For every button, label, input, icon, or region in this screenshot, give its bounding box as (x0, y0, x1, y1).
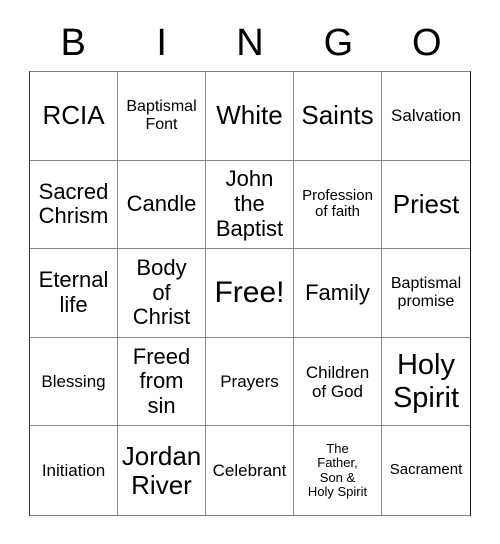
bingo-cell-label: Baptismal promise (390, 275, 462, 310)
bingo-cell[interactable]: Holy Spirit (382, 337, 470, 427)
header-letter-n: N (236, 22, 264, 64)
bingo-cell[interactable]: Baptismal Font (118, 72, 206, 161)
bingo-cell[interactable]: Blessing (30, 337, 118, 427)
bingo-cell-label: Freed from sin (132, 343, 191, 418)
bingo-cell-label: Salvation (391, 106, 461, 126)
bingo-cell[interactable]: Sacred Chrism (30, 160, 118, 250)
bingo-cell[interactable]: Jordan River (118, 426, 206, 515)
bingo-cell[interactable]: Children of God (294, 337, 382, 427)
bingo-free-space-label: Free! (214, 276, 285, 310)
bingo-cell[interactable]: Freed from sin (118, 337, 206, 427)
bingo-cell-label: Jordan River (121, 440, 202, 500)
bingo-cell[interactable]: Sacrament (382, 426, 470, 515)
bingo-cell[interactable]: Family (294, 249, 382, 338)
bingo-cell[interactable]: Body of Christ (118, 249, 206, 338)
bingo-cell-label: Saints (301, 100, 374, 131)
bingo-cell[interactable]: RCIA (30, 72, 118, 161)
bingo-cell[interactable]: Profession of faith (294, 160, 382, 250)
bingo-cell[interactable]: John the Baptist (206, 160, 294, 250)
header-letter-o: O (412, 22, 442, 64)
header-letter-b: B (60, 22, 86, 64)
bingo-cell[interactable]: Eternal life (30, 249, 118, 338)
bingo-cell[interactable]: White (206, 72, 294, 161)
bingo-cell-label: Body of Christ (132, 255, 191, 330)
bingo-cell-label: White (216, 100, 283, 131)
bingo-cell-label: Baptismal Font (126, 97, 197, 133)
bingo-cell-label: Family (305, 279, 370, 305)
bingo-cell[interactable]: Priest (382, 160, 470, 250)
bingo-cell-label: Sacrament (389, 461, 463, 479)
bingo-cell-label: The Father, Son & Holy Spirit (307, 440, 368, 500)
bingo-cell-label: Candle (126, 191, 197, 217)
bingo-cell-label: RCIA (42, 100, 105, 131)
bingo-cell-label: Sacred Chrism (38, 178, 109, 229)
bingo-cell-label: Blessing (41, 372, 106, 392)
bingo-cell[interactable]: Saints (294, 72, 382, 161)
bingo-cell[interactable]: The Father, Son & Holy Spirit (294, 426, 382, 515)
bingo-cell[interactable]: Baptismal promise (382, 249, 470, 338)
bingo-cell-label: Eternal life (38, 267, 109, 317)
bingo-cell[interactable]: Celebrant (206, 426, 294, 515)
bingo-cell-label: Holy Spirit (392, 349, 460, 414)
bingo-cell-label: Initiation (41, 461, 106, 481)
bingo-cell-label: Celebrant (212, 461, 287, 481)
bingo-cell[interactable]: Salvation (382, 72, 470, 161)
bingo-grid: RCIA Baptismal Font White Saints Salvati… (29, 71, 471, 516)
bingo-cell[interactable]: Prayers (206, 337, 294, 427)
header-letter-g: G (323, 22, 354, 64)
bingo-cell-label: John the Baptist (215, 166, 284, 241)
bingo-cell[interactable]: Candle (118, 160, 206, 250)
bingo-cell[interactable]: Initiation (30, 426, 118, 515)
bingo-header-row: B I N G O (29, 18, 471, 68)
bingo-cell-label: Prayers (220, 372, 279, 392)
header-letter-i: I (156, 22, 167, 64)
bingo-cell-label: Children of God (305, 362, 370, 401)
bingo-cell-label: Profession of faith (302, 186, 373, 221)
bingo-card: B I N G O RCIA Baptismal Font White Sain… (0, 0, 500, 544)
bingo-cell-label: Priest (392, 188, 460, 219)
bingo-cell-free[interactable]: Free! (206, 249, 294, 338)
